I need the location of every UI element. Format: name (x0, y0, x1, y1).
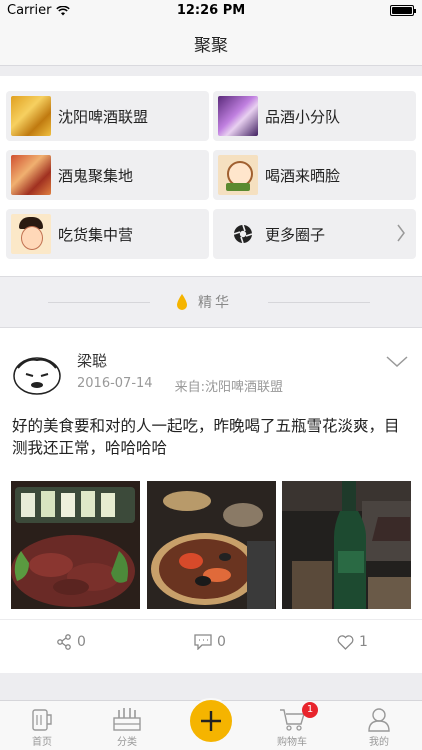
circle-item-shenyang-beer[interactable]: 沈阳啤酒联盟 (6, 91, 209, 141)
comment-count: 0 (217, 634, 226, 650)
post-meta: 2016-07-14 来自:沈阳啤酒联盟 (77, 376, 283, 395)
cartoon-face-thumbnail (218, 155, 258, 195)
wine-group-thumbnail (218, 96, 258, 136)
clock: 12:26 PM (176, 3, 246, 18)
beer-crate-icon (113, 708, 141, 731)
share-icon (57, 634, 71, 650)
circle-label: 品酒小分队 (265, 107, 341, 126)
beer-mug-icon (32, 709, 52, 731)
post-username[interactable]: 梁聪 (77, 350, 107, 371)
post-source[interactable]: 来自:沈阳啤酒联盟 (175, 376, 283, 395)
chevron-right-icon (397, 224, 405, 242)
circle-grid: 沈阳啤酒联盟 品酒小分队 酒鬼聚集地 喝酒来晒脸 吃货集中营 更多圈子 (0, 76, 422, 276)
grilled-meat-photo[interactable] (11, 481, 140, 609)
post-card[interactable]: 梁聪 2016-07-14 来自:沈阳啤酒联盟 好的美食要和对的人一起吃，昨晚喝… (0, 328, 422, 673)
battery-icon (390, 5, 416, 16)
circle-item-show-face[interactable]: 喝酒来晒脸 (213, 150, 416, 200)
circle-item-wine-team[interactable]: 品酒小分队 (213, 91, 416, 141)
featured-section-header: 精华 (0, 276, 422, 328)
tab-category[interactable]: 分类 (97, 706, 157, 748)
section-title: 精华 (176, 292, 232, 312)
tab-home[interactable]: 首页 (12, 706, 72, 748)
like-count: 1 (359, 634, 368, 650)
circle-label: 喝酒来晒脸 (265, 166, 341, 185)
post-date: 2016-07-14 (77, 376, 153, 391)
circle-label: 吃货集中营 (58, 225, 134, 244)
party-group-thumbnail (11, 155, 51, 195)
like-button[interactable]: 1 (337, 634, 368, 650)
nav-bar: 聚聚 (0, 22, 422, 66)
heart-icon (337, 634, 354, 650)
tab-label: 购物车 (277, 737, 307, 748)
tab-label: 首页 (32, 737, 52, 748)
foodie-cartoon-thumbnail (11, 214, 51, 254)
plus-icon (201, 711, 221, 731)
avatar[interactable] (12, 352, 62, 396)
tab-label: 分类 (117, 737, 137, 748)
circle-label: 沈阳啤酒联盟 (58, 107, 149, 126)
tab-label: 我的 (369, 737, 389, 748)
circle-label: 酒鬼聚集地 (58, 166, 134, 185)
post-actions: 0 0 1 (0, 619, 422, 673)
beer-group-thumbnail (11, 96, 51, 136)
comment-button[interactable]: 0 (194, 634, 226, 650)
user-icon (368, 708, 390, 732)
seafood-pot-photo[interactable] (147, 481, 276, 609)
chevron-down-icon[interactable] (386, 356, 408, 368)
more-circles-button[interactable]: 更多圈子 (213, 209, 416, 259)
drop-icon (177, 294, 187, 310)
comment-icon (194, 634, 212, 650)
cart-badge: 1 (302, 702, 318, 718)
aperture-icon (231, 222, 255, 246)
beer-bottle-photo[interactable] (282, 481, 411, 609)
share-count: 0 (77, 634, 86, 650)
section-title-text: 精华 (198, 295, 232, 311)
circle-item-drinkers-base[interactable]: 酒鬼聚集地 (6, 150, 209, 200)
status-bar: Carrier 12:26 PM (0, 0, 422, 22)
share-button[interactable]: 0 (57, 634, 86, 650)
post-text: 好的美食要和对的人一起吃，昨晚喝了五瓶雪花淡爽，目测我还正常，哈哈哈哈 (12, 417, 400, 457)
page-title: 聚聚 (194, 36, 228, 56)
circle-label: 更多圈子 (265, 225, 326, 244)
tab-me[interactable]: 我的 (349, 706, 409, 748)
add-post-button[interactable] (188, 698, 234, 744)
circle-item-foodie-camp[interactable]: 吃货集中营 (6, 209, 209, 259)
